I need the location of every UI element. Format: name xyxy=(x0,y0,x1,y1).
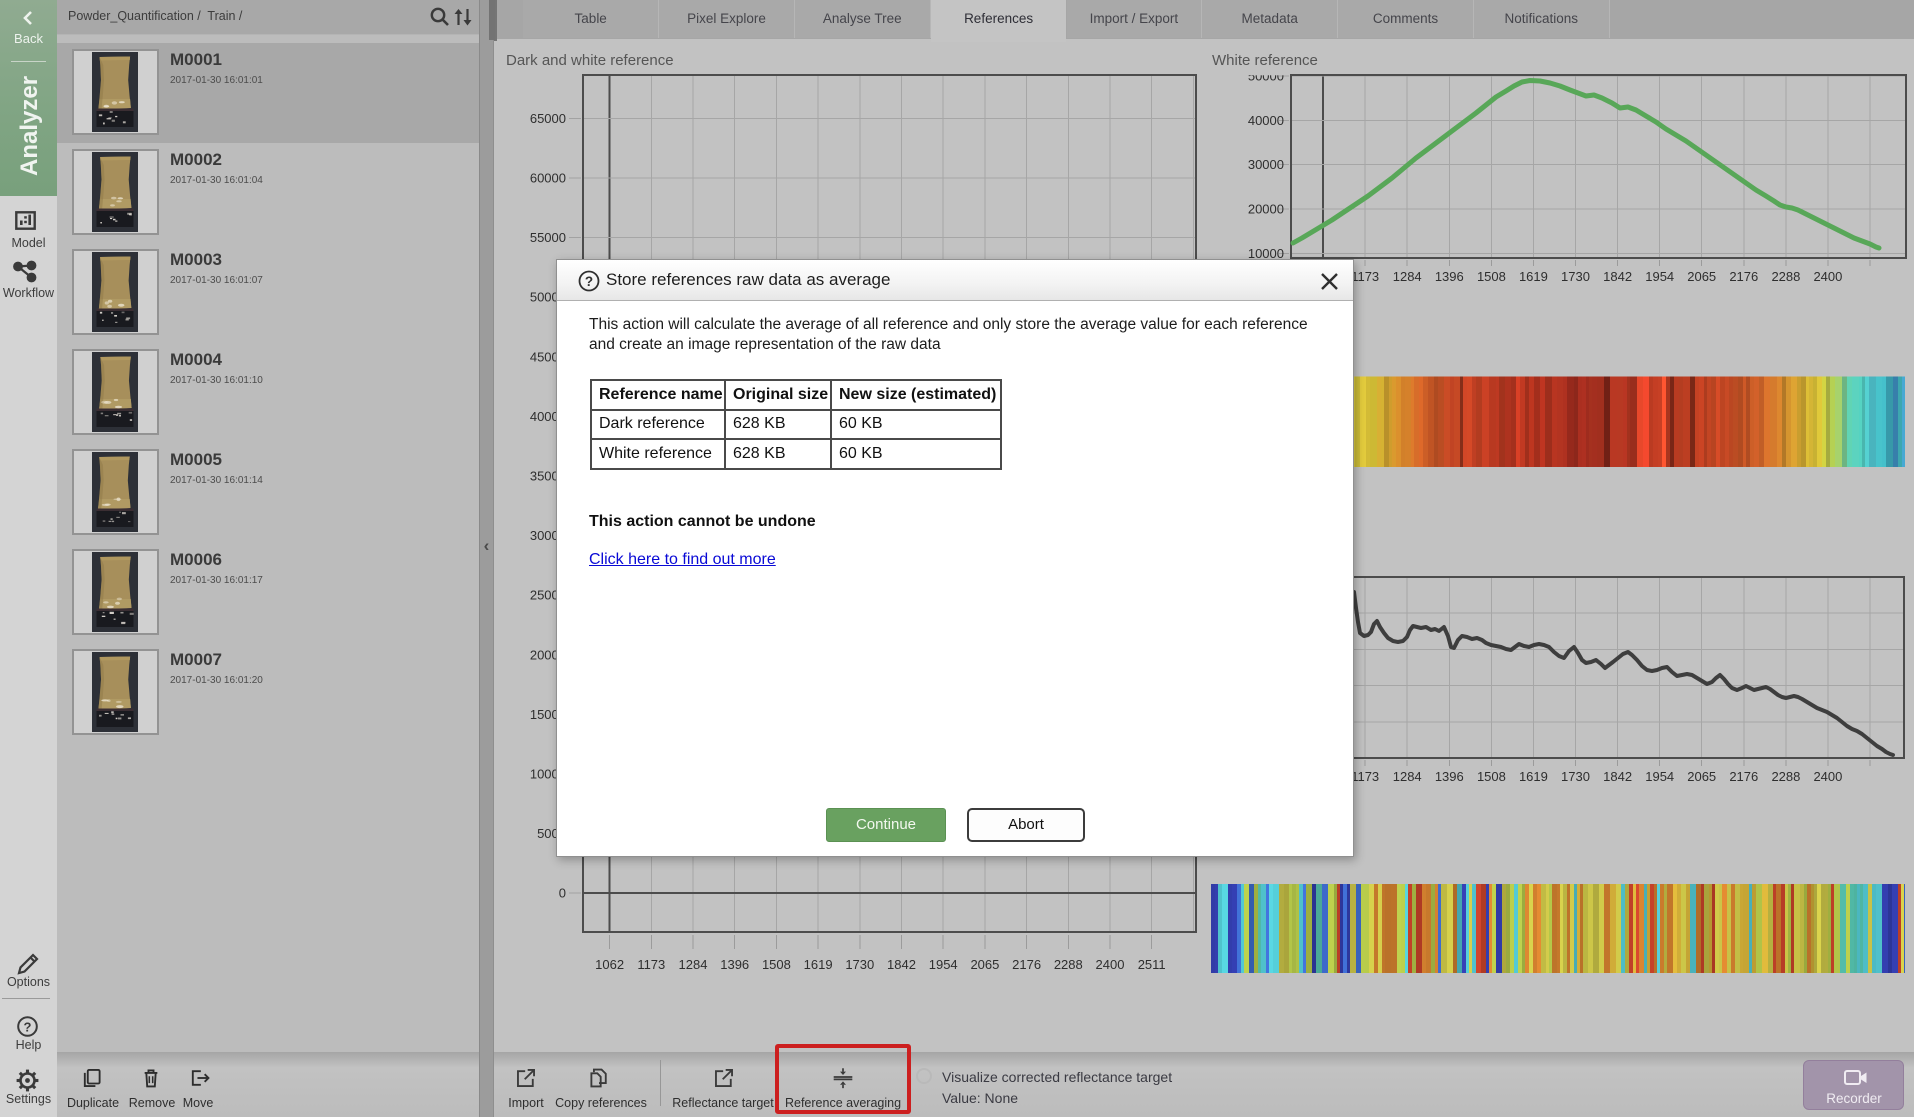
svg-text:0: 0 xyxy=(559,886,566,901)
svg-text:1062: 1062 xyxy=(595,957,624,972)
svg-text:30000: 30000 xyxy=(1248,157,1284,172)
svg-text:1173: 1173 xyxy=(637,957,665,972)
svg-text:2400: 2400 xyxy=(1096,957,1125,972)
svg-text:1619: 1619 xyxy=(1519,269,1548,284)
svg-text:1508: 1508 xyxy=(762,957,791,972)
svg-text:2288: 2288 xyxy=(1771,269,1800,284)
svg-text:2065: 2065 xyxy=(1687,769,1716,784)
svg-text:1842: 1842 xyxy=(887,957,916,972)
svg-text:1508: 1508 xyxy=(1477,769,1506,784)
svg-text:2176: 2176 xyxy=(1729,769,1758,784)
svg-text:60000: 60000 xyxy=(530,171,566,186)
svg-text:1842: 1842 xyxy=(1603,769,1632,784)
svg-text:1396: 1396 xyxy=(720,957,749,972)
svg-text:2065: 2065 xyxy=(1687,269,1716,284)
svg-text:Dark and white reference: Dark and white reference xyxy=(506,52,674,69)
svg-text:1284: 1284 xyxy=(1393,769,1422,784)
svg-text:2288: 2288 xyxy=(1771,769,1800,784)
svg-text:1842: 1842 xyxy=(1603,269,1632,284)
svg-text:1619: 1619 xyxy=(804,957,833,972)
svg-text:?: ? xyxy=(24,1019,32,1034)
svg-text:1619: 1619 xyxy=(1519,769,1548,784)
svg-text:65000: 65000 xyxy=(530,111,566,126)
svg-text:1396: 1396 xyxy=(1435,769,1464,784)
svg-text:2400: 2400 xyxy=(1813,769,1842,784)
svg-text:2065: 2065 xyxy=(970,957,999,972)
svg-text:1284: 1284 xyxy=(1393,269,1422,284)
svg-text:20000: 20000 xyxy=(1248,202,1284,217)
svg-text:1954: 1954 xyxy=(1645,769,1674,784)
svg-text:1730: 1730 xyxy=(1561,269,1590,284)
svg-text:?: ? xyxy=(585,274,593,289)
svg-text:2400: 2400 xyxy=(1813,269,1842,284)
svg-text:1954: 1954 xyxy=(1645,269,1674,284)
svg-text:2288: 2288 xyxy=(1054,957,1083,972)
svg-text:2176: 2176 xyxy=(1012,957,1041,972)
svg-text:Analyzer: Analyzer xyxy=(16,76,43,176)
svg-text:1508: 1508 xyxy=(1477,269,1506,284)
svg-text:1173: 1173 xyxy=(1351,769,1379,784)
svg-text:2176: 2176 xyxy=(1729,269,1758,284)
svg-text:White reference: White reference xyxy=(1212,52,1318,69)
svg-text:1954: 1954 xyxy=(929,957,958,972)
svg-text:1396: 1396 xyxy=(1435,269,1464,284)
svg-text:1730: 1730 xyxy=(1561,769,1590,784)
svg-text:2511: 2511 xyxy=(1138,957,1166,972)
svg-text:1284: 1284 xyxy=(679,957,708,972)
svg-text:40000: 40000 xyxy=(1248,113,1284,128)
svg-text:1730: 1730 xyxy=(845,957,874,972)
svg-text:55000: 55000 xyxy=(530,230,566,245)
svg-text:1173: 1173 xyxy=(1351,269,1379,284)
